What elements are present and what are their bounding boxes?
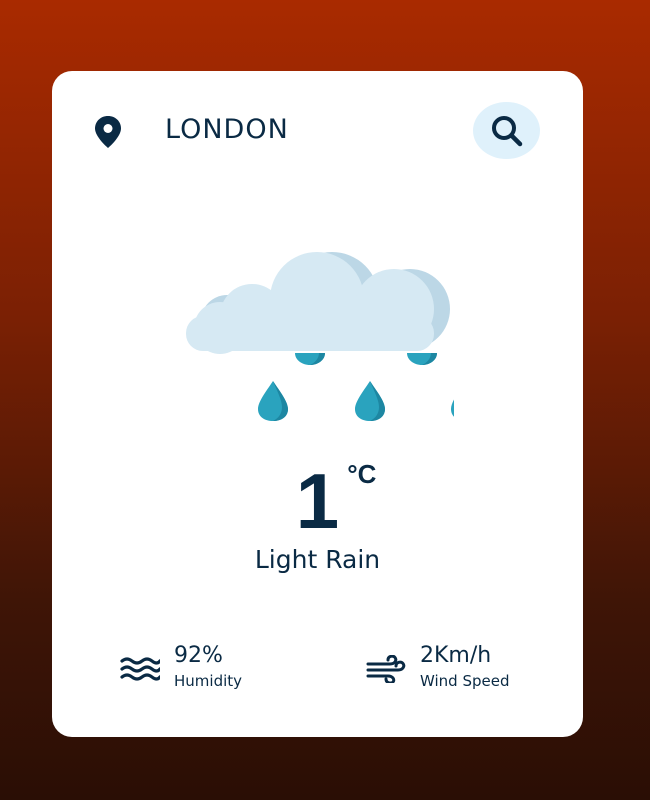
humidity-label: Humidity bbox=[174, 672, 243, 690]
weather-condition: Light Rain bbox=[254, 545, 381, 574]
temperature-number: 1 bbox=[295, 457, 340, 545]
temperature-unit: °C bbox=[347, 459, 377, 489]
header: LONDON bbox=[52, 71, 583, 191]
weather-card: LONDON 1 °C Light Rain 92% Humidity 2Km/… bbox=[52, 71, 583, 737]
search-icon bbox=[491, 115, 522, 146]
wind-speed-value: 2Km/h bbox=[420, 643, 492, 668]
humidity-value: 92% bbox=[174, 643, 223, 668]
humidity-waves-icon bbox=[120, 657, 160, 681]
wind-speed-label: Wind Speed bbox=[420, 672, 510, 690]
search-button[interactable] bbox=[473, 102, 540, 159]
rain-cloud-icon bbox=[186, 252, 454, 421]
map-pin-icon bbox=[95, 116, 121, 148]
temperature-block: 1 °C bbox=[52, 461, 583, 541]
wind-icon bbox=[366, 655, 406, 683]
city-name: LONDON bbox=[165, 114, 289, 145]
temperature-value: 1 °C bbox=[296, 461, 377, 541]
